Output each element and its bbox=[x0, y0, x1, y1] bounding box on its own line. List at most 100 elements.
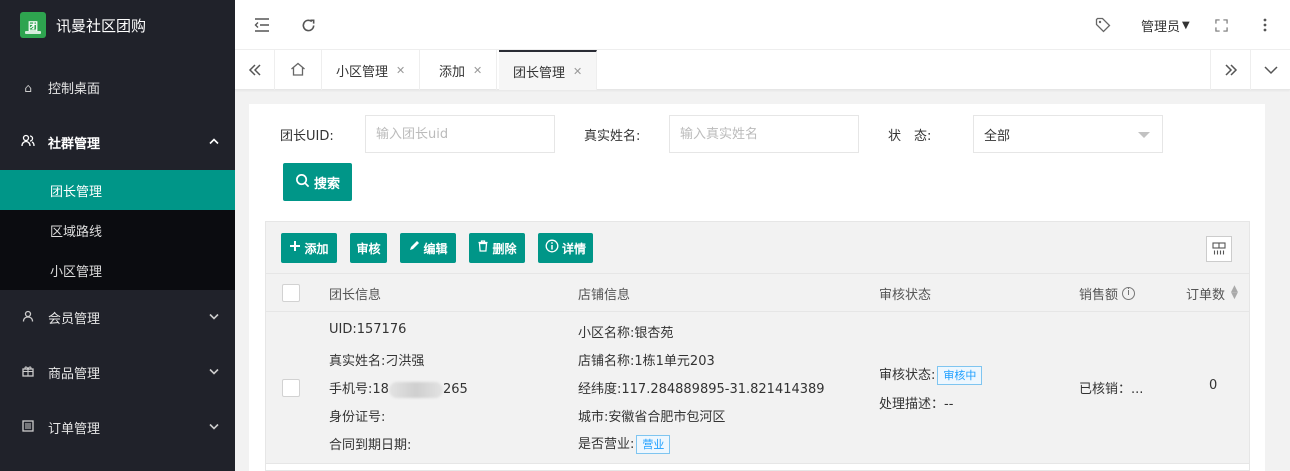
pencil-icon bbox=[408, 240, 420, 256]
detail-button[interactable]: 详情 bbox=[538, 233, 593, 263]
detail-button-label: 详情 bbox=[561, 241, 586, 256]
content-panel: 团长UID: 真实姓名: 状 态: 全部 搜索 添加 审核 编辑 bbox=[249, 104, 1265, 471]
orders-value: 0 bbox=[1209, 378, 1218, 393]
row-checkbox[interactable] bbox=[282, 379, 300, 397]
search-button-label: 搜索 bbox=[313, 176, 340, 192]
sidebar-item-goods[interactable]: 商品管理 bbox=[0, 345, 235, 400]
delete-button[interactable]: 删除 bbox=[469, 233, 525, 263]
leader-table: 添加 审核 编辑 删除 详情 团长信息 店铺信息 审核状态 销售额 i 订单数 … bbox=[265, 221, 1250, 471]
sidebar-item-community-management[interactable]: 小区管理 bbox=[0, 250, 235, 290]
sidebar-item-label: 商品管理 bbox=[48, 367, 101, 382]
chevron-down-icon bbox=[209, 366, 219, 379]
chevron-down-icon bbox=[209, 421, 219, 434]
top-header: 管理员 ▼ bbox=[235, 0, 1290, 50]
audit-desc: 处理描述：-- bbox=[879, 397, 954, 412]
edit-button-label: 编辑 bbox=[423, 241, 448, 256]
audit-button[interactable]: 审核 bbox=[350, 233, 387, 263]
leader-id-card: 身份证号: bbox=[329, 410, 386, 425]
chevron-up-icon bbox=[209, 136, 219, 149]
audit-status: 审核状态: 审核中 bbox=[879, 364, 983, 385]
more-vertical-icon[interactable] bbox=[1255, 0, 1275, 50]
plus-icon bbox=[289, 240, 301, 256]
sidebar-item-leader-management[interactable]: 团长管理 bbox=[0, 170, 235, 210]
menu-toggle-icon[interactable] bbox=[249, 0, 275, 50]
edit-button[interactable]: 编辑 bbox=[400, 233, 456, 263]
leader-phone-prefix: 手机号:18 bbox=[329, 382, 389, 397]
masked-phone bbox=[388, 381, 443, 398]
sidebar-item-dashboard[interactable]: ⌂ 控制桌面 bbox=[0, 60, 235, 115]
info-icon[interactable]: i bbox=[1122, 286, 1136, 300]
add-button[interactable]: 添加 bbox=[281, 233, 337, 263]
user-icon bbox=[20, 310, 36, 325]
table-row[interactable]: UID:157176 真实姓名:刁洪强 手机号:18 265 身份证号: 合同到期… bbox=[266, 312, 1249, 464]
sidebar-item-label: 控制桌面 bbox=[48, 82, 101, 97]
uid-label: 团长UID: bbox=[280, 129, 334, 144]
sidebar: 团 讯曼社区团购 ⌂ 控制桌面 社群管理 团长管理 区域路线 小区管理 会员管理… bbox=[0, 0, 235, 471]
fullscreen-icon[interactable] bbox=[1208, 0, 1234, 50]
column-filter-icon[interactable] bbox=[1206, 236, 1232, 262]
status-badge: 营业 bbox=[636, 435, 671, 454]
tab-label: 小区管理 bbox=[336, 64, 389, 80]
sidebar-item-community[interactable]: 社群管理 bbox=[0, 115, 235, 170]
column-header-audit: 审核状态 bbox=[879, 287, 932, 303]
tab-label: 添加 bbox=[439, 64, 466, 80]
sort-icon[interactable]: ▲ ▼ bbox=[1231, 285, 1238, 301]
brand-logo-text: 团 bbox=[28, 21, 38, 33]
select-all-checkbox[interactable] bbox=[282, 284, 300, 302]
caret-down-icon bbox=[1138, 132, 1150, 138]
tab-add[interactable]: 添加 ✕ bbox=[425, 50, 498, 90]
real-name-input[interactable] bbox=[669, 115, 859, 153]
sales-value: 已核销：... bbox=[1079, 382, 1144, 397]
leader-phone-suffix: 265 bbox=[442, 382, 468, 397]
audit-status-label: 审核状态: bbox=[879, 368, 936, 383]
tag-icon[interactable] bbox=[1090, 0, 1116, 50]
brand[interactable]: 团 讯曼社区团购 bbox=[0, 0, 235, 50]
close-icon[interactable]: ✕ bbox=[396, 64, 405, 77]
status-label: 状 态: bbox=[888, 129, 932, 144]
tabs-scroll-left-icon[interactable] bbox=[235, 50, 275, 90]
info-circle-icon bbox=[545, 239, 559, 257]
shop-coords: 经纬度:117.284889895-31.821414389 bbox=[578, 382, 825, 397]
column-header-shop: 店铺信息 bbox=[578, 287, 631, 303]
sidebar-submenu: 团长管理 区域路线 小区管理 bbox=[0, 170, 235, 290]
sidebar-item-member[interactable]: 会员管理 bbox=[0, 290, 235, 345]
tab-community-management[interactable]: 小区管理 ✕ bbox=[322, 50, 421, 90]
user-menu[interactable]: 管理员 ▼ bbox=[1141, 0, 1190, 50]
leader-phone: 手机号:18 265 bbox=[329, 378, 468, 398]
sidebar-item-label: 会员管理 bbox=[48, 312, 101, 327]
refresh-icon[interactable] bbox=[295, 0, 321, 50]
home-icon: ⌂ bbox=[24, 80, 32, 95]
sidebar-item-label: 社群管理 bbox=[48, 137, 101, 152]
column-header-sales: 销售额 i bbox=[1079, 274, 1136, 312]
leader-contract-date: 合同到期日期: bbox=[329, 438, 412, 453]
sidebar-item-orders[interactable]: 订单管理 bbox=[0, 400, 235, 455]
status-select-value: 全部 bbox=[984, 128, 1011, 144]
group-icon bbox=[20, 134, 36, 151]
search-button[interactable]: 搜索 bbox=[283, 163, 352, 201]
shop-city: 城市:安徽省合肥市包河区 bbox=[578, 410, 726, 425]
brand-logo-icon: 团 bbox=[20, 12, 46, 38]
close-icon[interactable]: ✕ bbox=[473, 64, 482, 77]
close-icon[interactable]: ✕ bbox=[573, 65, 582, 78]
home-icon bbox=[290, 61, 306, 80]
tabs-scroll-right-icon[interactable] bbox=[1210, 50, 1250, 90]
sidebar-item-label: 团长管理 bbox=[50, 184, 103, 200]
tab-home[interactable] bbox=[275, 50, 322, 90]
column-header-orders[interactable]: 订单数 ▲ ▼ bbox=[1186, 274, 1238, 312]
table-header: 团长信息 店铺信息 审核状态 销售额 i 订单数 ▲ ▼ bbox=[266, 274, 1249, 312]
gift-icon bbox=[20, 365, 36, 380]
delete-button-label: 删除 bbox=[492, 241, 517, 256]
sidebar-item-label: 订单管理 bbox=[48, 422, 101, 437]
tabs-bar: 小区管理 ✕ 添加 ✕ 团长管理 ✕ bbox=[235, 50, 1290, 90]
tab-leader-management[interactable]: 团长管理 ✕ bbox=[499, 50, 598, 90]
sidebar-item-label: 小区管理 bbox=[50, 264, 103, 280]
chevron-down-icon bbox=[209, 311, 219, 324]
status-select[interactable]: 全部 bbox=[973, 115, 1163, 153]
user-name: 管理员 bbox=[1141, 19, 1181, 35]
page-scrollbar[interactable] bbox=[1282, 0, 1290, 471]
uid-input[interactable] bbox=[365, 115, 555, 153]
shop-name: 店铺名称:1栋1单元203 bbox=[578, 354, 715, 369]
sidebar-item-label: 区域路线 bbox=[50, 224, 103, 240]
sidebar-item-region-route[interactable]: 区域路线 bbox=[0, 210, 235, 250]
shop-open-status: 是否营业: 营业 bbox=[578, 433, 671, 454]
